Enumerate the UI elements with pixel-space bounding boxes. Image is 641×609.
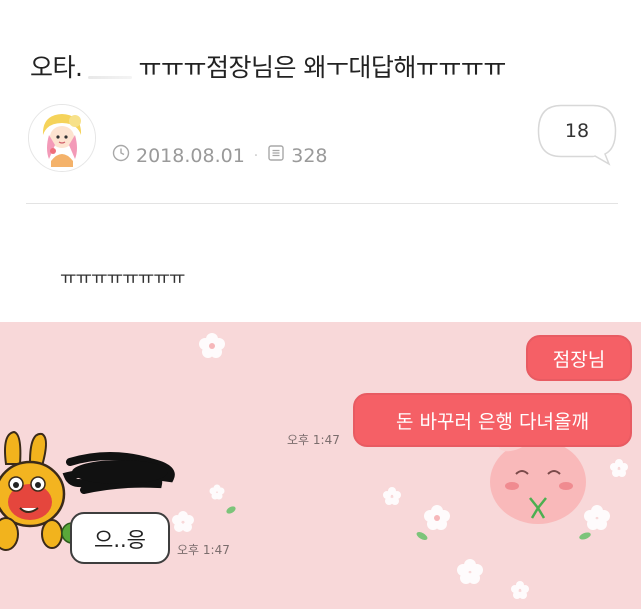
outgoing-message: 돈 바꾸러 은행 다녀올깨 xyxy=(353,393,632,447)
message-time: 오후 1:47 xyxy=(177,543,230,557)
avatar-character-icon xyxy=(29,105,95,171)
author-avatar[interactable] xyxy=(28,104,96,172)
post-body: ㅠㅠㅠㅠㅠㅠㅠㅠ xyxy=(60,268,185,289)
comment-count-button[interactable]: 18 xyxy=(537,104,617,166)
post-date: 2018.08.01 xyxy=(136,144,245,167)
meta-separator: · xyxy=(253,147,259,164)
clock-icon xyxy=(112,144,130,167)
message-time: 오후 1:47 xyxy=(287,433,340,447)
title-suffix: ㅠㅠㅠ점장님은 왜ㅜ대답해ㅠㅠㅠㅠ xyxy=(138,53,506,82)
incoming-message: 으..응 xyxy=(70,512,170,564)
title-prefix: 오타. xyxy=(30,53,83,82)
list-icon xyxy=(267,144,285,167)
comment-count: 18 xyxy=(564,120,590,142)
outgoing-message: 점장님 xyxy=(526,335,632,381)
redacted-name xyxy=(62,452,175,494)
post-title: 오타. ㅠㅠㅠ점장님은 왜ㅜ대답해ㅠㅠㅠㅠ xyxy=(30,48,506,84)
view-count: 328 xyxy=(291,144,328,167)
divider xyxy=(26,203,618,204)
post-meta: 2018.08.01 · 328 xyxy=(112,144,328,167)
redacted-text xyxy=(88,76,133,79)
